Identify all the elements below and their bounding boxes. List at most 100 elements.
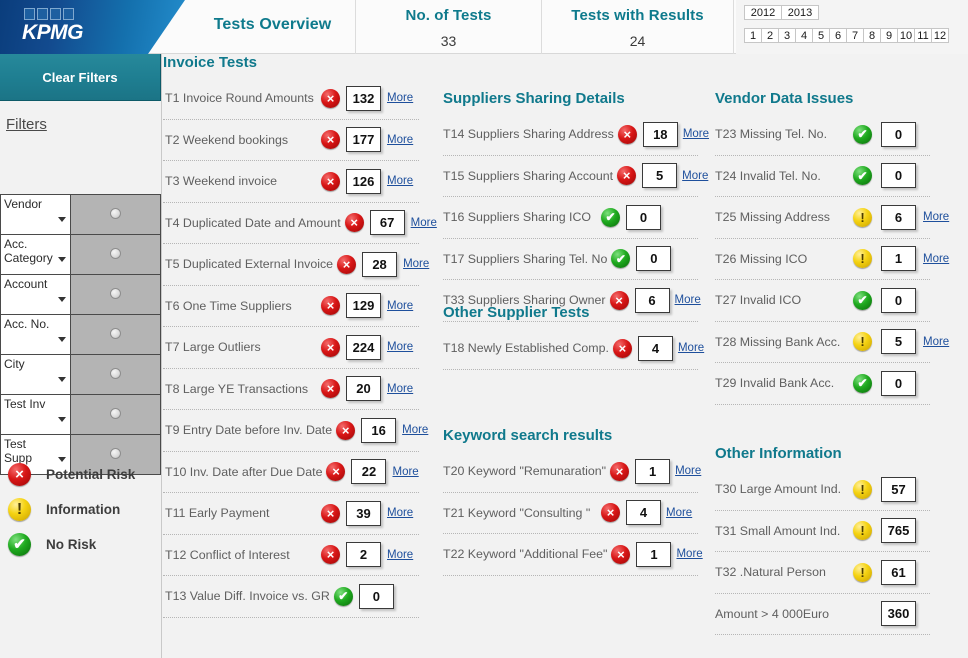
more-link[interactable]: More: [392, 466, 424, 478]
test-result-count[interactable]: 0: [881, 370, 916, 396]
filter-dropdown-account[interactable]: Account: [0, 274, 71, 315]
month-selector[interactable]: 1 2 3 4 5 6 7 8 9 10 11 12: [744, 28, 949, 43]
filter-toggle-cell[interactable]: [70, 314, 161, 355]
chevron-down-icon: [58, 217, 66, 222]
filter-dropdown-acc-category[interactable]: Acc. Category: [0, 234, 71, 275]
more-link[interactable]: More: [387, 175, 419, 187]
radio-button-icon[interactable]: [110, 327, 121, 339]
month-option-3[interactable]: 3: [778, 28, 796, 43]
test-result-count[interactable]: 0: [358, 583, 394, 609]
month-option-2[interactable]: 2: [761, 28, 779, 43]
month-option-6[interactable]: 6: [829, 28, 847, 43]
test-result-count[interactable]: 5: [642, 163, 678, 189]
month-option-7[interactable]: 7: [846, 28, 864, 43]
test-result-count[interactable]: 177: [346, 127, 381, 153]
test-result-count[interactable]: 5: [881, 329, 916, 355]
filter-toggle-cell[interactable]: [70, 274, 161, 315]
more-link[interactable]: More: [923, 253, 955, 265]
month-option-9[interactable]: 9: [880, 28, 898, 43]
test-result-count[interactable]: 0: [636, 246, 672, 272]
test-result-count[interactable]: 0: [881, 121, 916, 147]
more-link[interactable]: More: [387, 341, 419, 353]
month-option-12[interactable]: 12: [931, 28, 949, 43]
month-option-10[interactable]: 10: [897, 28, 915, 43]
filter-toggle-cell[interactable]: [70, 394, 161, 435]
more-link[interactable]: More: [683, 128, 715, 140]
test-result-count[interactable]: 67: [369, 210, 405, 236]
test-row: T2 Weekend bookings 177 More: [163, 120, 419, 161]
more-link[interactable]: More: [682, 170, 714, 182]
test-result-count[interactable]: 0: [626, 204, 661, 230]
error-x-icon: [601, 503, 620, 523]
test-result-count[interactable]: 61: [881, 559, 916, 585]
test-result-count[interactable]: 4: [626, 500, 661, 526]
more-link[interactable]: More: [387, 300, 419, 312]
radio-button-icon[interactable]: [110, 367, 121, 379]
more-link[interactable]: More: [675, 465, 707, 477]
year-selector[interactable]: 2012 2013: [744, 5, 819, 20]
test-result-count[interactable]: 18: [642, 121, 678, 147]
more-link[interactable]: More: [666, 507, 698, 519]
test-result-count[interactable]: 765: [881, 518, 916, 544]
more-link[interactable]: More: [387, 383, 419, 395]
filter-label: Account: [4, 277, 48, 291]
test-result-count[interactable]: 16: [361, 417, 397, 443]
more-link[interactable]: More: [403, 258, 435, 270]
test-result-count[interactable]: 360: [881, 601, 916, 627]
more-link[interactable]: More: [676, 548, 708, 560]
test-result-count[interactable]: 6: [881, 204, 916, 230]
filter-list: Vendor Acc. Category Account Acc. No. City Te…: [0, 194, 161, 475]
top-header-bar: KPMG Tests Overview No. of Tests 33 Test…: [0, 0, 968, 54]
test-row: T9 Entry Date before Inv. Date16More: [163, 410, 428, 452]
month-option-5[interactable]: 5: [812, 28, 830, 43]
month-option-1[interactable]: 1: [744, 28, 762, 43]
filter-dropdown-test-inv[interactable]: Test Inv: [0, 394, 71, 435]
filter-dropdown-city[interactable]: City: [0, 354, 71, 395]
test-result-count[interactable]: 57: [881, 476, 916, 502]
test-result-count[interactable]: 0: [881, 163, 916, 189]
radio-button-icon[interactable]: [110, 207, 121, 219]
test-result-count[interactable]: 1: [635, 458, 671, 484]
test-group-keyword-search-results: Keyword search results T20 Keyword "Remun…: [443, 427, 703, 576]
test-row: T25 Missing Address6More: [715, 197, 949, 239]
radio-button-icon[interactable]: [110, 287, 121, 299]
test-result-count[interactable]: 126: [346, 168, 381, 194]
month-option-4[interactable]: 4: [795, 28, 813, 43]
test-result-count[interactable]: 224: [346, 334, 381, 360]
test-result-count[interactable]: 28: [362, 251, 398, 277]
test-result-count[interactable]: 132: [346, 85, 381, 111]
filter-toggle-cell[interactable]: [70, 194, 161, 235]
more-link[interactable]: More: [387, 92, 419, 104]
test-label: T31 Small Amount Ind.: [715, 523, 841, 538]
more-link[interactable]: More: [923, 336, 955, 348]
test-result-count[interactable]: 4: [637, 335, 673, 361]
test-result-count[interactable]: 20: [346, 376, 381, 402]
radio-button-icon[interactable]: [110, 407, 121, 419]
filter-toggle-cell[interactable]: [70, 354, 161, 395]
more-link[interactable]: More: [402, 424, 434, 436]
test-result-count[interactable]: 22: [351, 459, 387, 485]
more-link[interactable]: More: [387, 507, 419, 519]
more-link[interactable]: More: [411, 217, 443, 229]
more-link[interactable]: More: [923, 211, 955, 223]
year-option-2013[interactable]: 2013: [781, 5, 819, 20]
month-option-8[interactable]: 8: [863, 28, 881, 43]
test-result-count[interactable]: 129: [346, 293, 381, 319]
more-link[interactable]: More: [387, 134, 419, 146]
legend-item-yellow: Information: [8, 492, 135, 527]
filter-dropdown-vendor[interactable]: Vendor: [0, 194, 71, 235]
test-result-count[interactable]: 1: [636, 541, 672, 567]
test-result-count[interactable]: 39: [346, 500, 381, 526]
stat-tests-with-results-label: Tests with Results: [571, 7, 704, 24]
more-link[interactable]: More: [387, 549, 419, 561]
month-option-11[interactable]: 11: [914, 28, 932, 43]
filter-dropdown-acc-no[interactable]: Acc. No.: [0, 314, 71, 355]
clear-filters-button[interactable]: Clear Filters: [0, 54, 161, 101]
radio-button-icon[interactable]: [110, 247, 121, 259]
more-link[interactable]: More: [678, 342, 710, 354]
test-result-count[interactable]: 2: [346, 542, 381, 568]
test-result-count[interactable]: 0: [881, 287, 916, 313]
test-result-count[interactable]: 1: [881, 246, 916, 272]
year-option-2012[interactable]: 2012: [744, 5, 782, 20]
filter-toggle-cell[interactable]: [70, 234, 161, 275]
